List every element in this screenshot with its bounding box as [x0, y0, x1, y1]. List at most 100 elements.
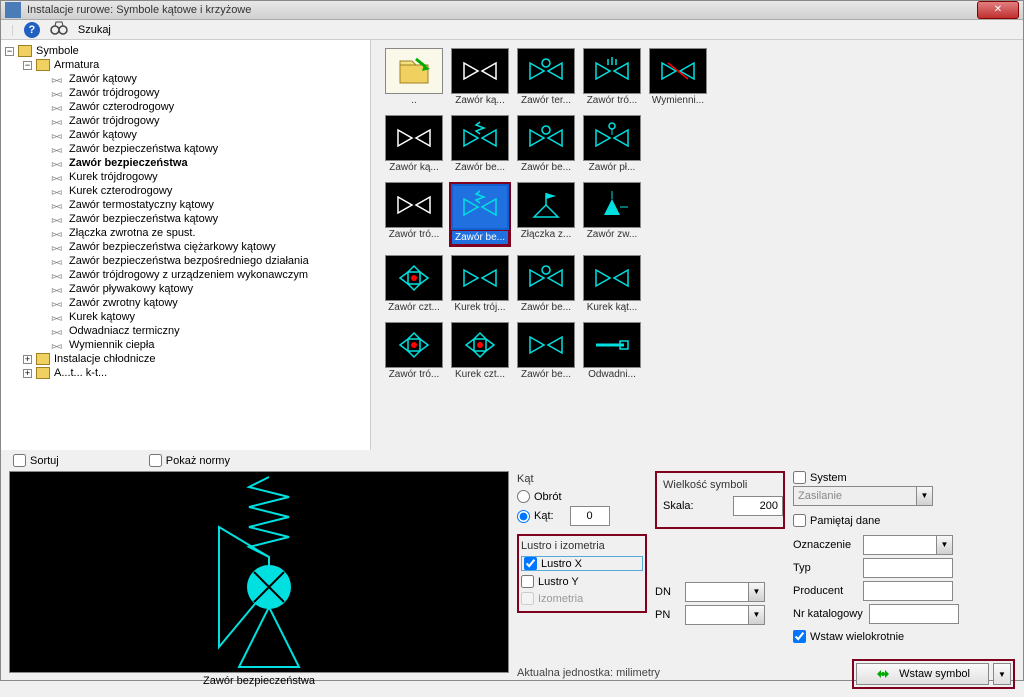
symbol-thumb[interactable]	[451, 48, 509, 94]
symbol-cell[interactable]: Zawór ter...	[515, 48, 577, 107]
kat-input[interactable]	[517, 510, 530, 523]
close-button[interactable]: ✕	[977, 1, 1019, 19]
tree-leaf[interactable]: Kurek kątowy	[5, 310, 366, 324]
symbol-cell[interactable]: Zawór tró...	[383, 182, 445, 247]
symbol-thumb[interactable]	[649, 48, 707, 94]
symbol-cell[interactable]: Zawór tró...	[383, 322, 445, 381]
kat-value-input[interactable]	[570, 506, 610, 526]
lustroy-checkbox[interactable]: Lustro Y	[521, 575, 643, 588]
lustrox-checkbox[interactable]: Lustro X	[521, 556, 643, 571]
symbol-thumb[interactable]	[451, 322, 509, 368]
tree-leaf[interactable]: Odwadniacz termiczny	[5, 324, 366, 338]
symbol-cell[interactable]: Zawór be...	[449, 115, 511, 174]
chevron-down-icon[interactable]: ▼	[748, 583, 764, 601]
symbol-thumb[interactable]	[385, 48, 443, 94]
tree-leaf[interactable]: Zawór trójdrogowy	[5, 114, 366, 128]
help-icon[interactable]: ?	[24, 22, 40, 38]
symbol-cell[interactable]: Złączka z...	[515, 182, 577, 247]
pokaznormy-checkbox[interactable]: Pokaż normy	[149, 454, 230, 467]
symbol-thumb[interactable]	[583, 48, 641, 94]
producent-input[interactable]	[863, 581, 953, 601]
chevron-down-icon[interactable]: ▼	[748, 606, 764, 624]
symbol-cell[interactable]: Zawór zw...	[581, 182, 643, 247]
symbol-cell[interactable]: Zawór be...	[515, 322, 577, 381]
nrkat-input[interactable]	[869, 604, 959, 624]
pamietaj-input[interactable]	[793, 514, 806, 527]
tree-panel[interactable]: − Symbole − Armatura Zawór kątowyZawór t…	[1, 40, 371, 450]
lustroy-input[interactable]	[521, 575, 534, 588]
symbol-cell[interactable]: Zawór tró...	[581, 48, 643, 107]
tree-leaf[interactable]: Zawór kątowy	[5, 72, 366, 86]
symbol-thumb[interactable]	[583, 322, 641, 368]
pn-combo[interactable]: ▼	[685, 605, 765, 625]
tree-leaf[interactable]: Zawór czterodrogowy	[5, 100, 366, 114]
oznaczenie-combo[interactable]: ▼	[863, 535, 953, 555]
tree-leaf[interactable]: Zawór bezpieczeństwa kątowy	[5, 212, 366, 226]
tree-leaf[interactable]: Zawór kątowy	[5, 128, 366, 142]
symbol-thumb[interactable]	[517, 255, 575, 301]
obrot-radio[interactable]: Obrót	[517, 490, 647, 503]
system-checkbox[interactable]: System	[793, 471, 1015, 484]
lustrox-input[interactable]	[524, 557, 537, 570]
symbol-cell[interactable]: Zawór be...	[515, 255, 577, 314]
tree-root[interactable]: − Symbole	[5, 44, 366, 58]
symbol-cell[interactable]: Zawór be...	[515, 115, 577, 174]
symbol-cell[interactable]: Kurek czt...	[449, 322, 511, 381]
tree-leaf[interactable]: Zawór bezpieczeństwa	[5, 156, 366, 170]
binoculars-icon[interactable]	[50, 20, 68, 39]
typ-input[interactable]	[863, 558, 953, 578]
insert-button[interactable]: Wstaw symbol	[856, 663, 989, 685]
tree-toggle[interactable]: +	[23, 355, 32, 364]
symbol-thumb[interactable]	[583, 182, 641, 228]
tree-toggle[interactable]: −	[23, 61, 32, 70]
symbol-cell[interactable]: Zawór ką...	[383, 115, 445, 174]
symbol-cell[interactable]: Kurek trój...	[449, 255, 511, 314]
symbol-cell[interactable]: ..	[383, 48, 445, 107]
symbol-thumb[interactable]	[583, 255, 641, 301]
symbol-thumb[interactable]	[385, 322, 443, 368]
tree-leaf[interactable]: Zawór trójdrogowy	[5, 86, 366, 100]
symbol-thumb[interactable]	[385, 255, 443, 301]
tree-leaf[interactable]: Wymiennik ciepła	[5, 338, 366, 352]
symbol-thumb[interactable]	[451, 255, 509, 301]
symbol-thumb[interactable]	[385, 115, 443, 161]
symbol-cell[interactable]: Kurek kąt...	[581, 255, 643, 314]
pamietaj-checkbox[interactable]: Pamiętaj dane	[793, 514, 1015, 527]
insert-dropdown[interactable]: ▼	[993, 663, 1011, 685]
tree-leaf[interactable]: Zawór bezpieczeństwa bezpośredniego dzia…	[5, 254, 366, 268]
symbol-cell[interactable]: Zawór czt...	[383, 255, 445, 314]
tree-leaf[interactable]: Kurek czterodrogowy	[5, 184, 366, 198]
system-input[interactable]	[793, 471, 806, 484]
tree-armatura[interactable]: − Armatura	[5, 58, 366, 72]
tree-leaf[interactable]: Zawór trójdrogowy z urządzeniem wykonawc…	[5, 268, 366, 282]
symbol-cell[interactable]: Odwadni...	[581, 322, 643, 381]
tree-chlodnicze[interactable]: + Instalacje chłodnicze	[5, 352, 366, 366]
tree-leaf[interactable]: Zawór pływakowy kątowy	[5, 282, 366, 296]
tree-toggle[interactable]: −	[5, 47, 14, 56]
search-label[interactable]: Szukaj	[78, 24, 111, 36]
tree-leaf[interactable]: Kurek trójdrogowy	[5, 170, 366, 184]
symbol-cell[interactable]: Zawór be...	[449, 182, 511, 247]
symbol-thumb[interactable]	[583, 115, 641, 161]
tree-leaf[interactable]: Zawór bezpieczeństwa kątowy	[5, 142, 366, 156]
tree-leaf[interactable]: Zawór termostatyczny kątowy	[5, 198, 366, 212]
wstawwiele-checkbox[interactable]: Wstaw wielokrotnie	[793, 630, 1015, 643]
symbol-thumb[interactable]	[451, 115, 509, 161]
symbol-cell[interactable]: Wymienni...	[647, 48, 709, 107]
symbol-thumb[interactable]	[451, 184, 509, 230]
skala-input[interactable]	[733, 496, 783, 516]
obrot-input[interactable]	[517, 490, 530, 503]
pokaznormy-input[interactable]	[149, 454, 162, 467]
tree-extra[interactable]: + A...t... k-t...	[5, 366, 366, 380]
symbol-cell[interactable]: Zawór pł...	[581, 115, 643, 174]
symbol-thumb[interactable]	[517, 182, 575, 228]
tree-toggle[interactable]: +	[23, 369, 32, 378]
symbol-cell[interactable]: Zawór ką...	[449, 48, 511, 107]
tree-leaf[interactable]: Zawór zwrotny kątowy	[5, 296, 366, 310]
sortuj-input[interactable]	[13, 454, 26, 467]
symbol-thumb[interactable]	[517, 322, 575, 368]
symbol-thumb[interactable]	[517, 48, 575, 94]
chevron-down-icon[interactable]: ▼	[936, 536, 952, 554]
wstawwiele-input[interactable]	[793, 630, 806, 643]
dn-combo[interactable]: ▼	[685, 582, 765, 602]
